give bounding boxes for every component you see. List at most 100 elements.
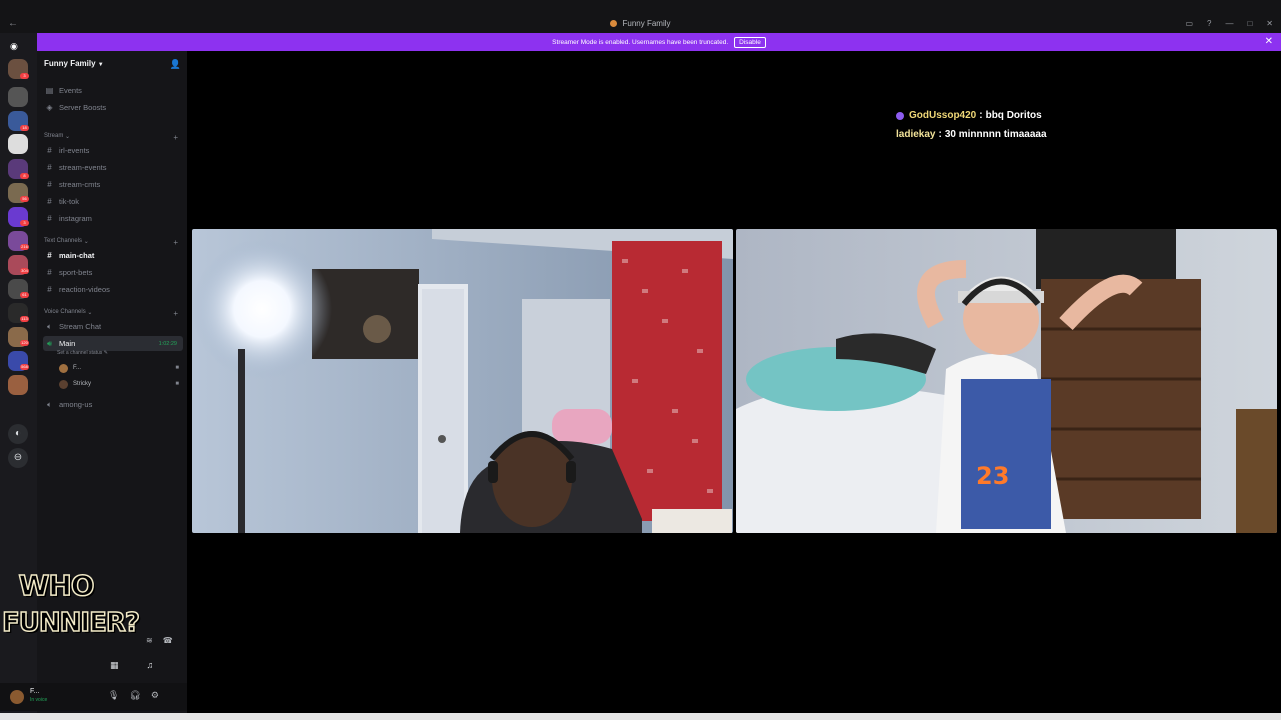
window-title-text: Funny Family — [622, 19, 671, 28]
channel-stream-events[interactable]: # stream-events — [43, 160, 183, 175]
voice-channel-stream-chat[interactable]: 🔈︎ Stream Chat — [43, 319, 183, 334]
speaker-icon: 🔈︎ — [47, 399, 52, 409]
channel-instagram[interactable]: # instagram — [43, 211, 183, 226]
noise-suppression-icon[interactable]: ≋ — [146, 636, 153, 645]
sidebar-item-events[interactable]: ▤ Events — [43, 83, 183, 98]
who-funnier-overlay: WHO FUNNIER? — [1, 566, 140, 676]
voice-channel-main[interactable]: 🔊︎ Main 1:02:29 — [43, 336, 183, 351]
add-channel-icon[interactable]: + — [173, 238, 178, 247]
member-name: F... — [73, 365, 82, 371]
voice-channel-among-us[interactable]: 🔈︎ among-us — [43, 397, 183, 412]
notification-badge: 568 — [20, 364, 29, 370]
server-icon — [610, 20, 618, 27]
channel-label: main-chat — [59, 251, 95, 260]
channel-label: Stream Chat — [59, 322, 102, 331]
streamer-mode-banner: Streamer Mode is enabled. Usernames have… — [37, 33, 1281, 51]
help-icon[interactable]: ? — [1207, 19, 1211, 28]
avatar — [59, 379, 68, 389]
hashtag-icon: # — [47, 285, 52, 294]
chat-username: ladiekay — [896, 129, 936, 140]
channel-stream-cmts[interactable]: # stream-cmts — [43, 177, 183, 192]
add-channel-icon[interactable]: + — [173, 133, 178, 142]
voice-member[interactable]: Stricky ■ — [59, 378, 179, 390]
channel-sport-bets[interactable]: # sport-bets — [43, 265, 183, 280]
channel-label: sport-bets — [59, 268, 93, 277]
subscriber-badge-icon — [896, 111, 904, 120]
channel-tik-tok[interactable]: # tik-tok — [43, 194, 183, 209]
sidebar-item-server-boosts[interactable]: ◈ Server Boosts — [43, 100, 183, 115]
soundboard-icon[interactable]: ♫ — [147, 660, 154, 671]
chat-text: 30 minnnnn timaaaaa — [944, 129, 1047, 140]
chevron-down-icon: ⌄ — [85, 310, 93, 316]
server-name-header[interactable]: Funny Family ▼ — [44, 59, 104, 68]
category-text-channels[interactable]: Text Channels ⌄ + — [44, 238, 184, 247]
window-title: Funny Family — [610, 19, 671, 28]
server-icon[interactable] — [8, 87, 28, 107]
chat-message: GodUssop420 : bbq Doritos — [896, 106, 1047, 125]
hashtag-icon: # — [47, 214, 52, 223]
user-controls: 🎙︎ 🎧︎ ⚙ — [108, 690, 159, 701]
channel-status[interactable]: Set a channel status ✎ — [57, 350, 108, 356]
channel-irl-events[interactable]: # irl-events — [43, 143, 183, 158]
channel-label: instagram — [59, 214, 92, 223]
speaker-icon: 🔈︎ — [47, 321, 52, 331]
notification-badge: 3 — [20, 220, 29, 226]
download-icon[interactable]: ⊖ — [8, 448, 28, 468]
notification-badge: 61 — [20, 292, 29, 298]
window-controls: ▭ ? — □ ✕ — [1185, 19, 1273, 28]
gear-icon[interactable]: ⚙ — [151, 690, 159, 701]
hashtag-icon: # — [47, 268, 52, 277]
hashtag-icon: # — [47, 146, 52, 155]
chat-separator: : — [979, 110, 983, 121]
channel-reaction-videos[interactable]: # reaction-videos — [43, 282, 183, 297]
add-channel-icon[interactable]: + — [173, 309, 178, 318]
hashtag-icon: # — [47, 180, 52, 189]
headphones-icon[interactable]: 🎧︎ — [129, 690, 140, 701]
chevron-down-icon: ▼ — [97, 62, 104, 68]
channel-status-text: Set a channel status — [57, 350, 103, 356]
webcam-feed-room-2: 23 — [736, 229, 1277, 533]
hashtag-icon: # — [47, 197, 52, 206]
video-tile-participant-2[interactable]: 23 — [736, 229, 1277, 533]
boost-icon: ◈ — [46, 103, 53, 112]
discover-icon[interactable]: ◐ — [8, 424, 28, 444]
banner-message: Streamer Mode is enabled. Usernames have… — [552, 38, 729, 46]
chat-message: ladiekay : 30 minnnnn timaaaaa — [896, 125, 1047, 144]
maximize-icon[interactable]: □ — [1247, 19, 1252, 28]
overlay-line-1: WHO — [18, 569, 96, 602]
member-name: Stricky — [73, 381, 91, 387]
close-banner-icon[interactable]: ✕ — [1265, 36, 1273, 47]
overlay-line-2: FUNNIER? — [1, 608, 140, 638]
disconnect-icon[interactable]: ☎ — [163, 636, 173, 645]
channel-main-chat[interactable]: # main-chat — [43, 248, 183, 263]
disable-streamer-mode-button[interactable]: Disable — [734, 36, 766, 48]
server-icon[interactable] — [8, 375, 28, 395]
invite-people-icon[interactable]: 👤 — [170, 59, 181, 70]
server-name: Funny Family — [44, 59, 96, 68]
voice-member[interactable]: F... ■ — [59, 362, 179, 374]
channel-label: tik-tok — [59, 197, 80, 206]
notification-badge: 113 — [20, 316, 29, 322]
avatar[interactable] — [10, 690, 24, 704]
close-window-icon[interactable]: ✕ — [1266, 19, 1273, 28]
notification-badge: 216 — [20, 244, 29, 250]
server-icon[interactable] — [8, 134, 28, 154]
category-voice-channels[interactable]: Voice Channels ⌄ + — [44, 309, 184, 318]
category-stream[interactable]: Stream ⌄ + — [44, 133, 184, 142]
channel-label: reaction-videos — [59, 285, 110, 294]
microphone-icon[interactable]: 🎙︎ — [108, 690, 119, 701]
activities-icon[interactable]: ▦ — [110, 660, 119, 671]
camera-icon: ■ — [175, 365, 179, 371]
back-arrow-icon[interactable]: ← — [8, 18, 18, 29]
discord-home-icon[interactable]: ◉ — [10, 41, 26, 51]
notification-badge: 3 — [20, 73, 29, 79]
minimize-icon[interactable]: — — [1225, 19, 1233, 28]
voice-activity-controls: ▦ ♫ — [110, 660, 153, 671]
inbox-icon[interactable]: ▭ — [1185, 19, 1193, 28]
category-label: Text Channels — [44, 238, 83, 244]
notification-badge: 56 — [20, 196, 29, 202]
user-name: F... — [30, 688, 40, 695]
video-tile-participant-1[interactable] — [192, 229, 733, 533]
chevron-down-icon: ⌄ — [82, 239, 89, 245]
camera-icon: ■ — [175, 381, 179, 387]
